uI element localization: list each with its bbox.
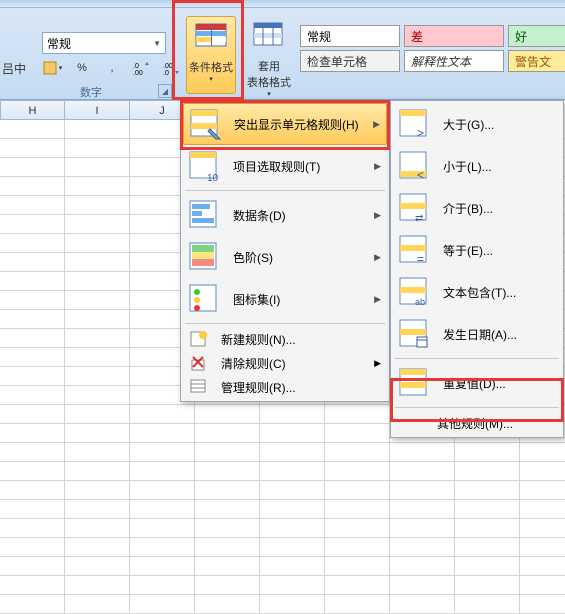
- menu-label: 清除规则(C): [221, 355, 286, 372]
- less-than-icon: <: [399, 149, 433, 183]
- chevron-down-icon: ▾: [187, 75, 235, 83]
- dialog-launcher-icon[interactable]: ◢: [158, 84, 172, 98]
- data-bars-icon: [189, 198, 223, 232]
- chevron-down-icon: ▾: [244, 90, 294, 98]
- menu-icon-sets[interactable]: 图标集(I) ▶: [183, 278, 387, 320]
- svg-text:<: <: [417, 168, 424, 182]
- submenu-arrow-icon: ▶: [374, 252, 381, 263]
- menu-label: 管理规则(R)...: [221, 379, 296, 396]
- style-warning[interactable]: 警告文: [508, 50, 565, 72]
- text-contains-icon: ab: [399, 275, 433, 309]
- conditional-format-button[interactable]: 条件格式 ▾: [186, 16, 236, 94]
- manage-rules-icon: [189, 378, 209, 396]
- clear-rules-icon: [189, 354, 209, 372]
- col-header[interactable]: H: [0, 100, 65, 120]
- cell-styles-row1: 常规 差 好: [300, 25, 565, 47]
- submenu-arrow-icon: ▶: [374, 294, 381, 305]
- svg-text:ab: ab: [415, 297, 425, 307]
- svg-text:=: =: [417, 252, 424, 266]
- number-format-dropdown[interactable]: 常规 ▼: [42, 32, 166, 54]
- equal-to-icon: =: [399, 233, 433, 267]
- style-explain[interactable]: 解释性文本: [404, 50, 504, 72]
- menu-label: 新建规则(N)...: [221, 331, 296, 348]
- menu-label: 数据条(D): [233, 207, 374, 224]
- submenu-date-occurring[interactable]: 发生日期(A)...: [393, 313, 561, 355]
- menu-manage-rules[interactable]: 管理规则(R)...: [183, 375, 387, 399]
- submenu-arrow-icon: ▶: [374, 358, 381, 369]
- icon-sets-icon: [189, 282, 223, 316]
- number-buttons: ▾ % , .0.00 .00.0: [38, 56, 186, 80]
- svg-text:.0: .0: [163, 70, 169, 75]
- menu-label: 其他规则(M)...: [437, 415, 513, 432]
- submenu-duplicate-values[interactable]: 重复值(D)...: [393, 362, 561, 404]
- cell-styles-row2: 检查单元格 解释性文本 警告文: [300, 50, 565, 72]
- col-header[interactable]: I: [65, 100, 130, 120]
- menu-label: 重复值(D)...: [443, 375, 555, 392]
- submenu-between[interactable]: ⇄ 介于(B)...: [393, 187, 561, 229]
- highlight-rules-icon: [190, 107, 224, 141]
- menu-label: 文本包含(T)...: [443, 284, 555, 301]
- svg-text:.00: .00: [163, 63, 173, 70]
- style-good[interactable]: 好: [508, 25, 565, 47]
- menu-label: 项目选取规则(T): [233, 158, 374, 175]
- partial-label: 吕中: [2, 60, 26, 77]
- menu-label: 介于(B)...: [443, 200, 555, 217]
- column-headers: H I J: [0, 100, 195, 120]
- submenu-equal-to[interactable]: = 等于(E)...: [393, 229, 561, 271]
- menu-top-bottom-rules[interactable]: 10 项目选取规则(T) ▶: [183, 145, 387, 187]
- chevron-down-icon: ▼: [153, 39, 161, 48]
- submenu-less-than[interactable]: < 小于(L)...: [393, 145, 561, 187]
- menu-label: 小于(L)...: [443, 158, 555, 175]
- top-bottom-icon: 10: [189, 149, 223, 183]
- submenu-arrow-icon: ▶: [374, 161, 381, 172]
- greater-than-icon: >: [399, 107, 433, 141]
- increase-decimal-button[interactable]: .0.00: [128, 56, 156, 80]
- menu-label: 大于(G)...: [443, 116, 555, 133]
- table-format-label: 套用 表格格式: [247, 61, 291, 89]
- submenu-greater-than[interactable]: > 大于(G)...: [393, 103, 561, 145]
- menu-label: 等于(E)...: [443, 242, 555, 259]
- svg-text:10: 10: [207, 173, 219, 183]
- menu-data-bars[interactable]: 数据条(D) ▶: [183, 194, 387, 236]
- between-icon: ⇄: [399, 191, 433, 225]
- conditional-format-icon: [195, 23, 227, 55]
- menu-label: 突出显示单元格规则(H): [234, 116, 373, 133]
- date-icon: [399, 317, 433, 351]
- menu-label: 图标集(I): [233, 291, 374, 308]
- svg-text:⇄: ⇄: [415, 213, 423, 224]
- svg-text:>: >: [417, 126, 424, 140]
- svg-text:.0: .0: [133, 63, 139, 70]
- menu-color-scales[interactable]: 色阶(S) ▶: [183, 236, 387, 278]
- currency-button[interactable]: ▾: [38, 56, 66, 80]
- comma-button[interactable]: ,: [98, 56, 126, 80]
- svg-text:.00: .00: [133, 70, 143, 75]
- menu-highlight-rules[interactable]: 突出显示单元格规则(H) ▶: [183, 103, 387, 145]
- ribbon: 常规 ▼ 吕中 ▾ % , .0.00 .00.0 数字 ◢ 条件格式 ▾ 套用…: [0, 0, 565, 100]
- menu-label: 色阶(S): [233, 249, 374, 266]
- duplicate-icon: [399, 366, 433, 400]
- decrease-decimal-button[interactable]: .00.0: [158, 56, 186, 80]
- style-normal[interactable]: 常规: [300, 25, 400, 47]
- new-rule-icon: [189, 330, 209, 348]
- submenu-text-contains[interactable]: ab 文本包含(T)...: [393, 271, 561, 313]
- conditional-format-menu: 突出显示单元格规则(H) ▶ 10 项目选取规则(T) ▶ 数据条(D) ▶ 色…: [180, 100, 390, 402]
- submenu-more-rules[interactable]: 其他规则(M)...: [393, 411, 561, 435]
- submenu-arrow-icon: ▶: [373, 119, 380, 130]
- menu-label: 发生日期(A)...: [443, 326, 555, 343]
- table-format-button[interactable]: 套用 表格格式▾: [244, 16, 294, 94]
- table-format-icon: [253, 22, 285, 54]
- menu-clear-rules[interactable]: 清除规则(C) ▶: [183, 351, 387, 375]
- menu-new-rule[interactable]: 新建规则(N)...: [183, 327, 387, 351]
- style-check[interactable]: 检查单元格: [300, 50, 400, 72]
- percent-button[interactable]: %: [68, 56, 96, 80]
- conditional-format-label: 条件格式: [189, 62, 233, 74]
- submenu-arrow-icon: ▶: [374, 210, 381, 221]
- highlight-rules-submenu: > 大于(G)... < 小于(L)... ⇄ 介于(B)... = 等于(E)…: [390, 100, 564, 438]
- style-bad[interactable]: 差: [404, 25, 504, 47]
- group-label-number: 数字: [80, 84, 102, 100]
- color-scales-icon: [189, 240, 223, 274]
- number-format-value: 常规: [47, 35, 71, 52]
